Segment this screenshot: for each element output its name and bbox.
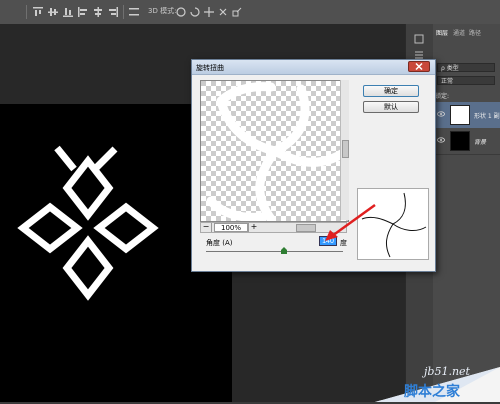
toolbar-separator xyxy=(26,5,27,19)
zoom-in-button[interactable]: + xyxy=(248,223,259,232)
annotation-arrow xyxy=(325,203,376,241)
visibility-eye-icon[interactable] xyxy=(437,137,445,143)
dialog-titlebar[interactable]: 旋转扭曲 xyxy=(192,60,435,75)
layer-thumbnail-background xyxy=(450,131,470,151)
close-icon xyxy=(415,62,423,71)
tab-layers[interactable]: 图层 xyxy=(436,28,448,37)
twirl-dialog: 旋转扭曲 − 100% + 确定 默认 角度 (A) 140 度 xyxy=(191,59,436,272)
layer-row-shape[interactable]: 形状 1 副... xyxy=(433,102,500,129)
angle-slider-thumb[interactable] xyxy=(281,247,288,254)
layer-name-background: 背景 xyxy=(474,139,487,146)
layers-panel: 图层 通道 路径 ρ 类型 正常 锁定: 形状 1 副... 背景 xyxy=(433,24,500,402)
distribute-icon[interactable] xyxy=(128,6,140,18)
align-vcenter-icon[interactable] xyxy=(47,6,59,18)
options-bar: 3D 模式: xyxy=(0,0,500,25)
preview-vertical-scrollbar[interactable] xyxy=(340,80,349,220)
align-top-icon[interactable] xyxy=(32,6,44,18)
horizontal-scroll-thumb[interactable] xyxy=(296,224,316,232)
scroll-thumb[interactable] xyxy=(342,140,349,158)
mode-3d-label: 3D 模式: xyxy=(148,7,177,15)
align-bottom-icon[interactable] xyxy=(62,6,74,18)
align-left-icon[interactable] xyxy=(77,6,89,18)
layer-kind-filter[interactable]: ρ 类型 xyxy=(437,63,495,72)
zoom-out-button[interactable]: − xyxy=(201,223,212,232)
angle-label: 角度 (A) xyxy=(206,239,233,247)
lock-label: 锁定: xyxy=(435,93,450,100)
blend-mode-select[interactable]: 正常 xyxy=(437,76,495,85)
layer-thumbnail-shape xyxy=(450,105,470,125)
watermark-name: 脚本之家 xyxy=(404,384,460,400)
slide-3d-icon[interactable] xyxy=(217,6,229,18)
panel-tabs: 图层 通道 路径 xyxy=(433,28,500,38)
tab-channels[interactable]: 通道 xyxy=(453,28,465,37)
angle-slider-track[interactable] xyxy=(206,251,343,252)
align-hcenter-icon[interactable] xyxy=(92,6,104,18)
watermark-site: jb51.net xyxy=(424,365,470,378)
scale-3d-icon[interactable] xyxy=(231,6,243,18)
pan-3d-icon[interactable] xyxy=(203,6,215,18)
visibility-eye-icon[interactable] xyxy=(437,111,445,117)
align-right-icon[interactable] xyxy=(107,6,119,18)
zoom-level: 100% xyxy=(214,223,248,232)
rotate-3d-icon[interactable] xyxy=(175,6,187,18)
close-button[interactable] xyxy=(408,61,430,72)
ok-button[interactable]: 确定 xyxy=(363,85,419,97)
history-icon[interactable] xyxy=(414,34,424,44)
roll-3d-icon[interactable] xyxy=(189,6,201,18)
default-button[interactable]: 默认 xyxy=(363,101,419,113)
layer-name-shape: 形状 1 副... xyxy=(474,113,500,120)
dialog-title: 旋转扭曲 xyxy=(196,64,224,72)
tab-paths[interactable]: 路径 xyxy=(469,28,481,37)
toolbar-separator xyxy=(123,5,124,19)
layer-row-background[interactable]: 背景 xyxy=(433,128,500,155)
